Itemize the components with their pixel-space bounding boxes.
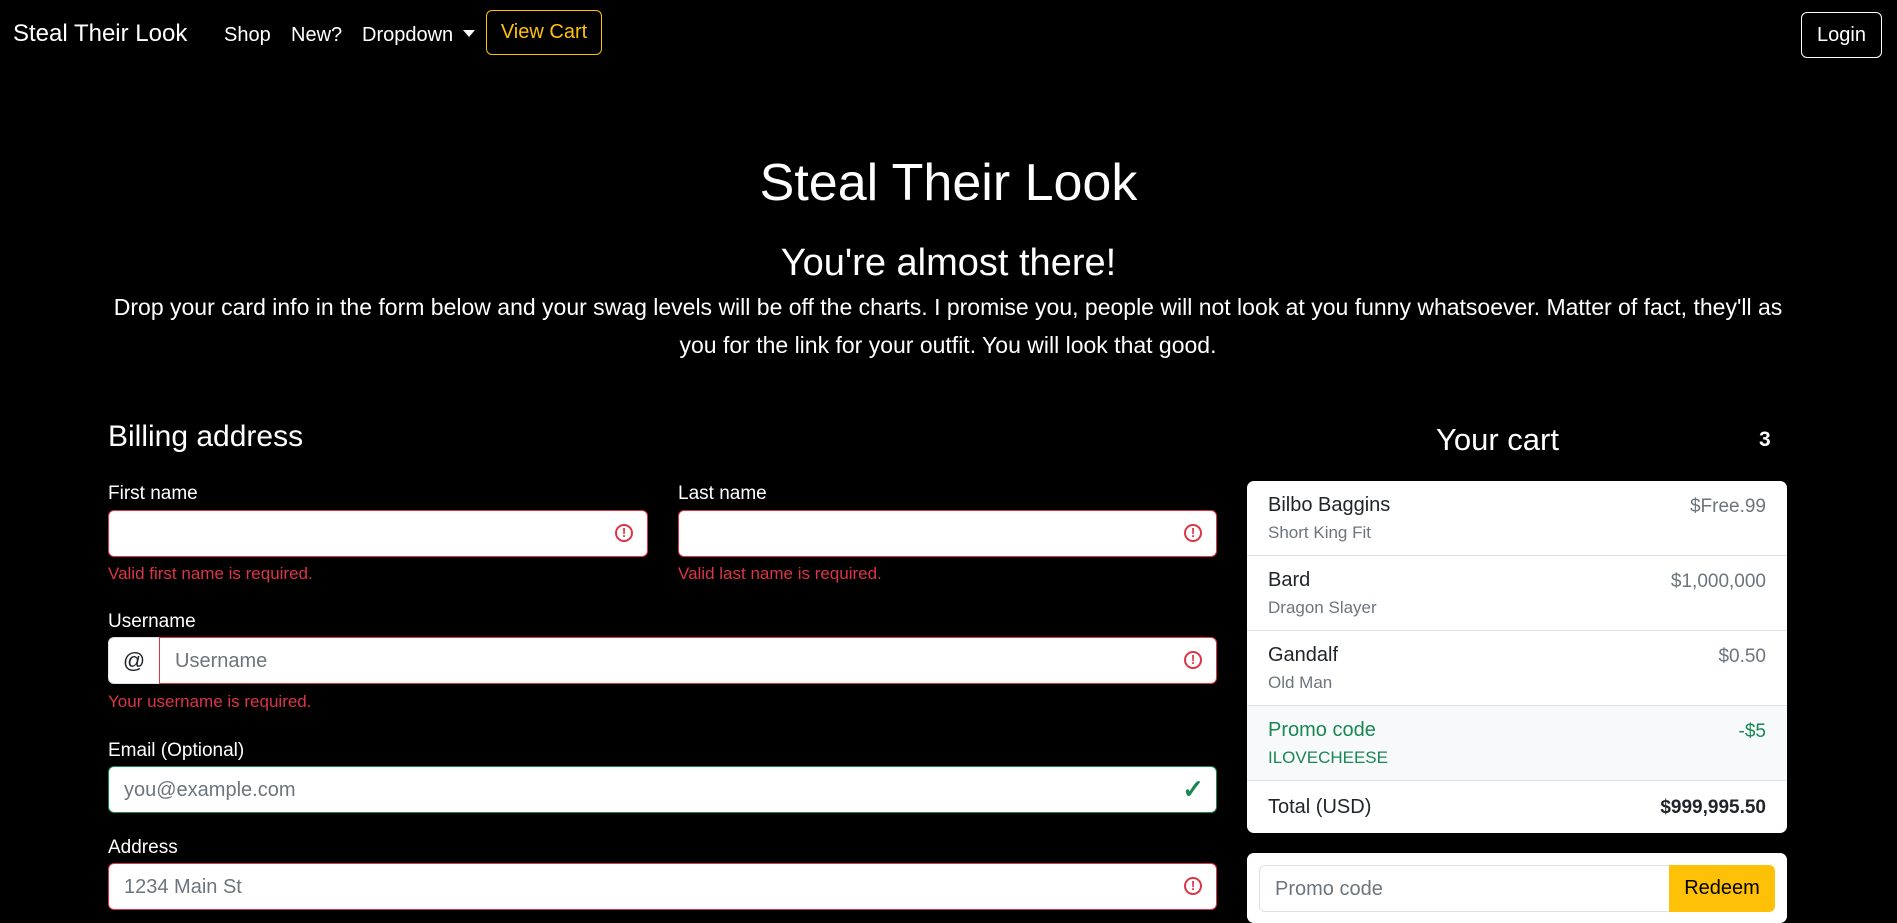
username-placeholder: Username bbox=[175, 650, 268, 672]
first-name-field[interactable]: ! bbox=[108, 510, 648, 557]
cart-item-desc: Dragon Slayer bbox=[1268, 598, 1377, 617]
cart-item: Gandalf Old Man $0.50 bbox=[1247, 631, 1787, 706]
nav-new[interactable]: New? bbox=[291, 24, 342, 47]
cart-item-name: Gandalf bbox=[1268, 644, 1339, 666]
total-value: $999,995.50 bbox=[1660, 797, 1766, 818]
username-error: Your username is required. bbox=[108, 692, 312, 711]
first-name-error: Valid first name is required. bbox=[108, 564, 313, 583]
cart-item-price: $1,000,000 bbox=[1670, 571, 1766, 592]
promo-amount: -$5 bbox=[1738, 721, 1766, 742]
brand-link[interactable]: Steal Their Look bbox=[13, 20, 187, 48]
nav-shop[interactable]: Shop bbox=[224, 24, 271, 47]
promo-label: Promo code bbox=[1268, 719, 1376, 741]
nav-dropdown-label: Dropdown bbox=[362, 24, 454, 46]
last-name-label: Last name bbox=[678, 483, 767, 504]
error-icon: ! bbox=[615, 524, 633, 542]
checkmark-icon: ✓ bbox=[1182, 774, 1204, 804]
promo-placeholder: Promo code bbox=[1275, 878, 1383, 900]
promo-code: ILOVECHEESE bbox=[1268, 748, 1388, 767]
promo-form: Promo code Redeem bbox=[1247, 853, 1787, 923]
cart-item-price: $Free.99 bbox=[1689, 496, 1766, 517]
email-field[interactable]: you@example.com ✓ bbox=[108, 766, 1217, 813]
username-label: Username bbox=[108, 611, 196, 632]
address-label: Address bbox=[108, 837, 178, 858]
cart-item-name: Bard bbox=[1268, 569, 1311, 591]
cart-heading: Your cart bbox=[1436, 422, 1559, 457]
page-title: Steal Their Look bbox=[759, 154, 1138, 212]
cart-item: Bilbo Baggins Short King Fit $Free.99 bbox=[1247, 481, 1787, 556]
redeem-button[interactable]: Redeem bbox=[1669, 865, 1775, 912]
login-button[interactable]: Login bbox=[1801, 12, 1882, 58]
total-label: Total (USD) bbox=[1268, 796, 1372, 818]
first-name-label: First name bbox=[108, 483, 198, 504]
promo-code-input[interactable]: Promo code bbox=[1259, 865, 1679, 912]
cart-count-badge: 3 bbox=[1759, 428, 1771, 451]
error-icon: ! bbox=[1184, 651, 1202, 669]
cart-item: Bard Dragon Slayer $1,000,000 bbox=[1247, 556, 1787, 631]
username-field[interactable]: Username ! bbox=[159, 637, 1217, 684]
billing-address-heading: Billing address bbox=[108, 420, 304, 453]
last-name-error: Valid last name is required. bbox=[678, 564, 882, 583]
intro-text: Drop your card info in the form below an… bbox=[113, 294, 1783, 358]
cart-item-name: Bilbo Baggins bbox=[1268, 494, 1391, 516]
page-subtitle: You're almost there! bbox=[780, 242, 1117, 284]
username-at-addon: @ bbox=[108, 637, 160, 684]
navbar: Steal Their Look Shop New? Dropdown View… bbox=[0, 0, 1897, 70]
address-placeholder: 1234 Main St bbox=[124, 876, 242, 898]
cart-item-price: $0.50 bbox=[1718, 646, 1766, 667]
error-icon: ! bbox=[1184, 877, 1202, 895]
cart-promo-row: Promo code ILOVECHEESE -$5 bbox=[1247, 706, 1787, 781]
cart-item-desc: Old Man bbox=[1268, 673, 1333, 692]
caret-down-icon bbox=[463, 30, 476, 37]
cart-item-desc: Short King Fit bbox=[1268, 523, 1371, 542]
address-field[interactable]: 1234 Main St ! bbox=[108, 863, 1217, 910]
last-name-field[interactable]: ! bbox=[678, 510, 1217, 557]
email-label: Email (Optional) bbox=[108, 740, 245, 761]
cart-list: Bilbo Baggins Short King Fit $Free.99 Ba… bbox=[1247, 481, 1787, 833]
nav-dropdown[interactable]: Dropdown bbox=[362, 24, 476, 47]
error-icon: ! bbox=[1184, 524, 1202, 542]
view-cart-button[interactable]: View Cart bbox=[486, 10, 602, 55]
cart-total-row: Total (USD) $999,995.50 bbox=[1247, 781, 1787, 833]
email-placeholder: you@example.com bbox=[124, 779, 296, 801]
